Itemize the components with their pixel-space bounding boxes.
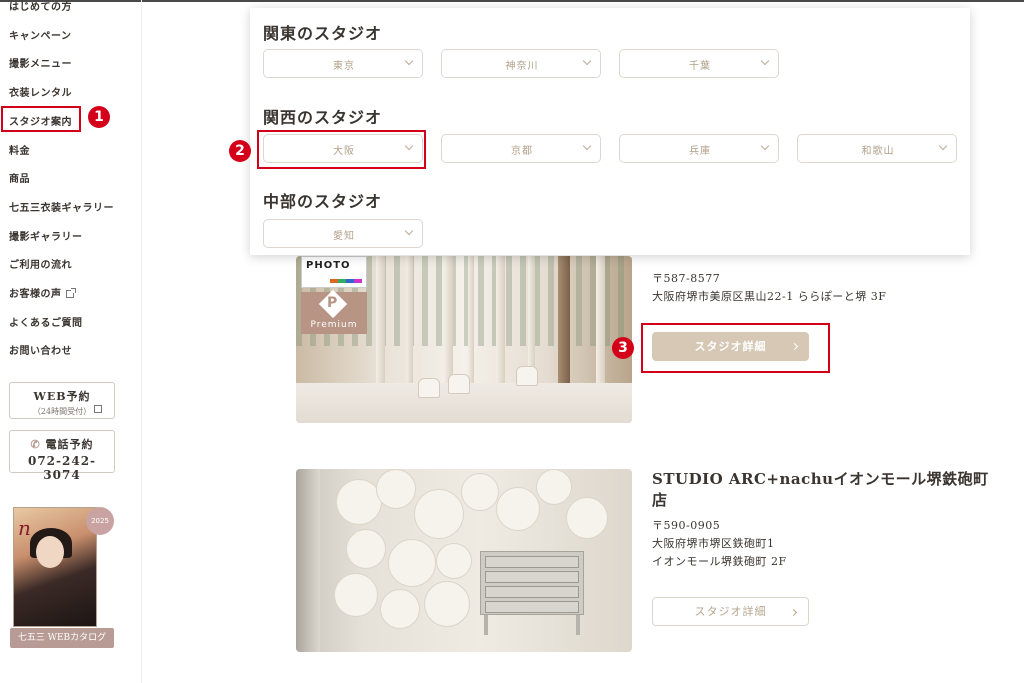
select-tokyo-label: 東京 xyxy=(333,61,355,72)
nav-item-753-costume-gallery[interactable]: 七五三衣装ギャラリー xyxy=(9,199,114,214)
nav-item-voice[interactable]: お客様の声 xyxy=(9,285,76,300)
region-title-chubu: 中部のスタジオ xyxy=(263,192,383,211)
premium-letter: P xyxy=(327,295,338,311)
nav-item-flow[interactable]: ご利用の流れ xyxy=(9,256,72,271)
external-link-icon xyxy=(94,405,102,413)
nav-item-costume-rental[interactable]: 衣装レンタル xyxy=(9,84,72,99)
premium-badge: P Premium xyxy=(301,289,367,334)
studio-2-detail-label: スタジオ詳細 xyxy=(694,605,767,618)
wall-disk xyxy=(376,469,416,509)
nav-item-products[interactable]: 商品 xyxy=(9,170,30,185)
external-link-icon xyxy=(65,288,76,298)
nav-item-voice-label: お客様の声 xyxy=(9,289,62,300)
photo-badge-text: PHOTO xyxy=(306,260,351,271)
dresser xyxy=(480,551,584,615)
select-wakayama-label: 和歌山 xyxy=(861,146,895,157)
web-reserve-label: WEB予約 xyxy=(33,390,91,403)
drawer xyxy=(485,571,579,583)
nav-item-photo-menu[interactable]: 撮影メニュー xyxy=(9,55,72,70)
phone-reserve-button[interactable]: ✆ 電話予約 072-242-3074 xyxy=(9,430,115,482)
wall-disk xyxy=(336,479,382,525)
nav-item-photo-gallery[interactable]: 撮影ギャラリー xyxy=(9,228,83,243)
window xyxy=(296,469,320,652)
chair xyxy=(516,366,538,386)
wall-disk xyxy=(388,539,436,587)
chair xyxy=(418,378,440,398)
select-wakayama[interactable]: 和歌山 xyxy=(797,134,957,163)
select-kyoto[interactable]: 京都 xyxy=(441,134,601,163)
annotation-box-2 xyxy=(257,130,426,169)
wall-disk xyxy=(414,489,464,539)
drawer xyxy=(485,556,579,568)
wall-disk xyxy=(496,487,540,531)
sidebar: はじめての方 キャンペーン 撮影メニュー 衣装レンタル スタジオ案内 料金 商品… xyxy=(0,0,142,683)
studio-2-name[interactable]: STUDIO ARC+nachuイオンモール堺鉄砲町店 xyxy=(652,469,992,511)
wall-disk xyxy=(566,497,608,539)
select-tokyo[interactable]: 東京 xyxy=(263,49,423,78)
photo-badge: PHOTO xyxy=(301,256,367,288)
select-kanagawa-label: 神奈川 xyxy=(505,61,539,72)
nav-item-contact[interactable]: お問い合わせ xyxy=(9,342,72,357)
phone-icon: ✆ xyxy=(30,438,46,451)
studio-2-detail-button[interactable]: スタジオ詳細 xyxy=(652,597,809,626)
select-kanagawa[interactable]: 神奈川 xyxy=(441,49,601,78)
annotation-box-1 xyxy=(1,106,81,132)
dresser-leg xyxy=(484,615,488,635)
phone-number: 072-242-3074 xyxy=(27,454,97,482)
web-reserve-button[interactable]: WEB予約 （24時間受付） xyxy=(9,382,115,419)
studio-photo-lalaport-sakai[interactable]: PHOTO P Premium xyxy=(296,256,632,423)
wall-disk xyxy=(380,589,420,629)
annotation-badge-2: 2 xyxy=(229,140,251,162)
wall-disk xyxy=(424,581,470,627)
select-hyogo-label: 兵庫 xyxy=(689,146,711,157)
model-face xyxy=(36,536,64,568)
phone-reserve-label: ✆ 電話予約 xyxy=(30,438,94,451)
annotation-box-3 xyxy=(641,323,830,373)
photo-badge-colorbar xyxy=(330,279,362,283)
nav-item-campaign[interactable]: キャンペーン xyxy=(9,27,72,42)
catalog-logo: n xyxy=(18,516,31,540)
top-border xyxy=(0,0,1024,2)
studio-2-postal: 〒590-0905 xyxy=(652,519,721,532)
select-aichi[interactable]: 愛知 xyxy=(263,219,423,248)
studio-1-address: 大阪府堺市美原区黒山22-1 ららぽーと堺 3F xyxy=(652,290,887,303)
nav-item-faq[interactable]: よくあるご質問 xyxy=(9,314,83,329)
dresser-leg xyxy=(576,615,580,635)
studio-1-postal: 〒587-8577 xyxy=(652,272,721,285)
nav-item-price[interactable]: 料金 xyxy=(9,142,30,157)
nav-item-beginners[interactable]: はじめての方 xyxy=(9,0,72,13)
select-chiba[interactable]: 千葉 xyxy=(619,49,779,78)
select-aichi-label: 愛知 xyxy=(333,231,355,242)
annotation-badge-3: 3 xyxy=(612,337,634,359)
wall-disk xyxy=(346,529,386,569)
select-kyoto-label: 京都 xyxy=(511,146,533,157)
chevron-right-icon xyxy=(789,608,798,617)
studio-2-address-line2: イオンモール堺鉄砲町 2F xyxy=(652,555,787,568)
studio-photo-aeon-teppocho[interactable] xyxy=(296,469,632,652)
catalog-label: 七五三 WEBカタログ xyxy=(10,628,114,648)
web-catalog-banner[interactable]: n 2025 七五三 WEBカタログ xyxy=(10,507,114,648)
region-title-kansai: 関西のスタジオ xyxy=(263,108,383,127)
annotation-badge-1: 1 xyxy=(88,106,110,128)
region-title-kanto: 関東のスタジオ xyxy=(263,24,383,43)
studio-2-address-line1: 大阪府堺市堺区鉄砲町1 xyxy=(652,537,775,550)
premium-label: Premium xyxy=(310,320,358,330)
wall-disk xyxy=(536,469,572,505)
wall-disk xyxy=(461,473,499,511)
select-hyogo[interactable]: 兵庫 xyxy=(619,134,779,163)
drawer xyxy=(485,601,579,613)
drawer xyxy=(485,586,579,598)
catalog-year-seal: 2025 xyxy=(86,507,114,535)
chair xyxy=(448,374,470,394)
catalog-cover-image: n xyxy=(13,507,97,627)
wall-disk xyxy=(334,573,378,617)
select-chiba-label: 千葉 xyxy=(689,61,711,72)
wall-disk xyxy=(436,543,472,579)
